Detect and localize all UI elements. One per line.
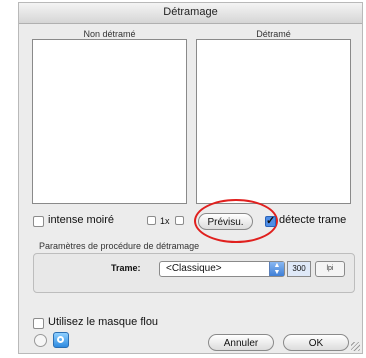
zoom-in-icon[interactable] [175,216,184,225]
procedure-group-label: Paramètres de procédure de détramage [39,241,200,251]
zoom-level: 1x [160,216,170,226]
help-radio-icon[interactable] [34,334,47,347]
zoom-out-icon[interactable] [147,216,156,225]
zoom-tool-icon[interactable] [53,332,69,348]
window-title: Détramage [163,6,218,18]
intense-moire-label: intense moiré [48,214,115,226]
trame-select[interactable]: <Classique> ▲ ▼ [159,261,285,277]
lpi-input[interactable]: 300 [287,261,311,277]
unsharp-mask-label: Utilisez le masque flou [48,316,159,328]
original-pane-label: Non détramé [83,29,136,39]
descreened-pane-label: Détramé [256,29,291,39]
detect-trame-label: détecte trame [279,214,347,226]
unsharp-mask-checkbox[interactable] [33,318,44,329]
intense-moire-checkbox[interactable] [33,216,44,227]
chevron-updown-icon[interactable]: ▲ ▼ [269,262,284,276]
detect-trame-checkbox[interactable] [265,214,276,227]
original-preview-pane [32,39,187,204]
descreen-dialog: Détramage Non détramé Détramé intense mo… [18,2,363,354]
unit-select[interactable]: lpi [315,261,345,277]
descreened-preview-pane [196,39,351,204]
resize-grip-icon[interactable] [351,342,360,351]
title-bar: Détramage [19,3,362,24]
ok-button[interactable]: OK [283,334,349,351]
trame-select-value: <Classique> [166,263,222,274]
trame-label: Trame: [111,263,141,273]
cancel-button[interactable]: Annuler [208,334,274,351]
